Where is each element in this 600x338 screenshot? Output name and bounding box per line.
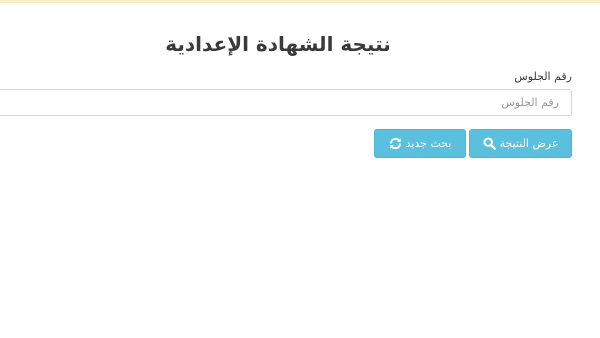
- refresh-icon: [389, 137, 402, 150]
- top-border-strip: [0, 0, 600, 3]
- show-result-button[interactable]: عرض النتيجة: [469, 129, 572, 158]
- page-title: نتيجة الشهادة الإعدادية: [165, 32, 391, 56]
- search-icon: [483, 137, 496, 150]
- new-search-button[interactable]: بحث جديد: [374, 129, 466, 158]
- new-search-label: بحث جديد: [405, 137, 452, 150]
- seat-number-label: رقم الجلوس: [514, 70, 572, 83]
- show-result-label: عرض النتيجة: [499, 137, 559, 150]
- seat-number-input[interactable]: [0, 89, 572, 116]
